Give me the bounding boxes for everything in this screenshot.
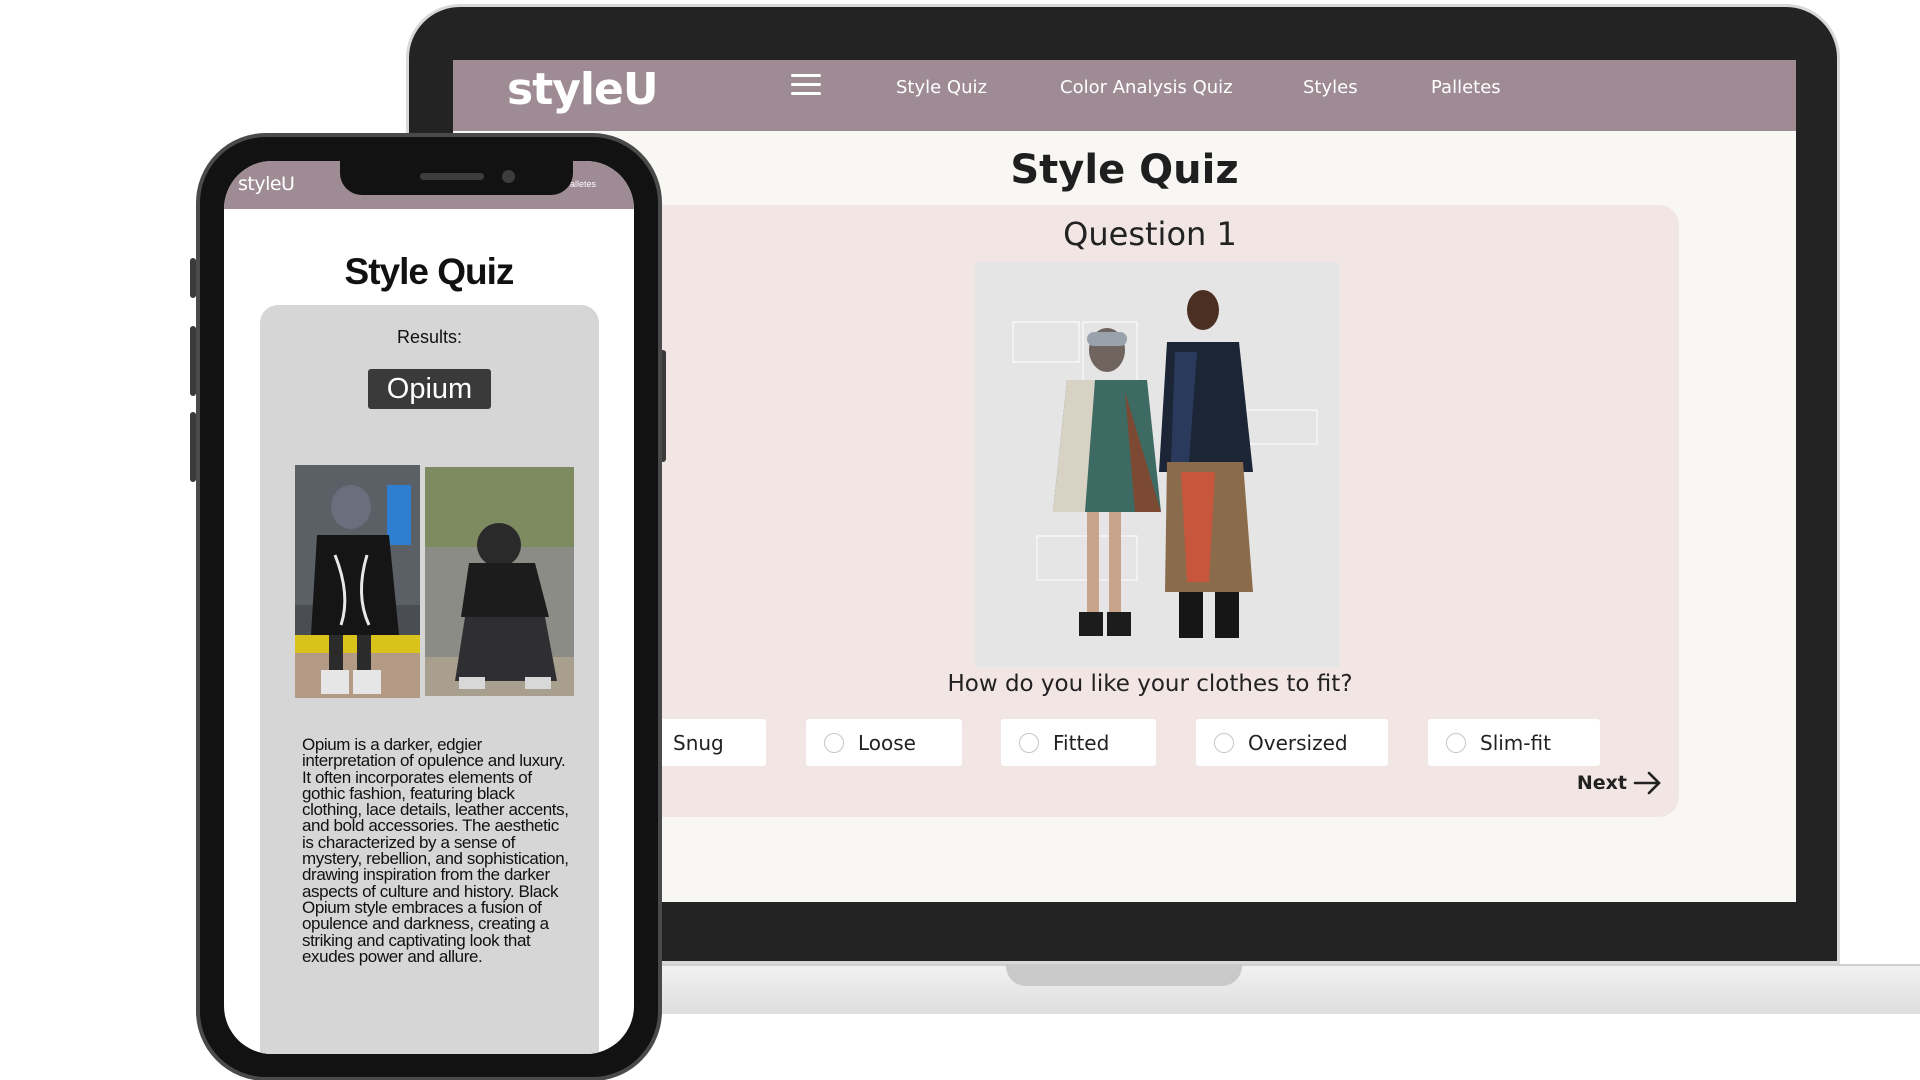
next-label: Next — [1576, 772, 1627, 794]
radio-fitted[interactable] — [1019, 732, 1039, 753]
phone-logo[interactable]: styleU — [238, 173, 295, 195]
result-description: Opium is a darker, edgier interpretation… — [302, 735, 569, 966]
hamburger-menu-icon[interactable] — [791, 74, 821, 96]
result-style-badge: Opium — [368, 369, 491, 409]
question-image — [975, 262, 1339, 667]
desktop-navbar: styleU Style Quiz Color Analysis Quiz St… — [453, 60, 1796, 131]
radio-loose[interactable] — [824, 732, 844, 753]
phone-notch — [340, 161, 573, 195]
option-label: Fitted — [1053, 730, 1110, 755]
phone-camera — [502, 170, 515, 183]
option-label: Oversized — [1248, 730, 1348, 755]
phone-screen: styleU Palletes Style Quiz Results: Opiu… — [224, 161, 634, 1054]
desktop-logo[interactable]: styleU — [507, 64, 659, 115]
results-card: Results: Opium Opium is a darker, edgier… — [260, 305, 599, 1054]
question-text: How do you like your clothes to fit? — [947, 671, 1353, 697]
laptop-trackpad-notch — [1006, 964, 1242, 986]
next-arrow-icon — [1633, 771, 1661, 795]
nav-link-palletes[interactable]: Palletes — [1431, 77, 1501, 98]
question-heading: Question 1 — [1063, 215, 1237, 253]
nav-link-color-analysis-quiz[interactable]: Color Analysis Quiz — [1060, 77, 1233, 98]
radio-oversized[interactable] — [1214, 732, 1234, 753]
option-slim-fit[interactable]: Slim-fit — [1428, 719, 1600, 766]
option-label: Slim-fit — [1480, 730, 1551, 755]
option-oversized[interactable]: Oversized — [1196, 719, 1388, 766]
nav-link-styles[interactable]: Styles — [1303, 77, 1358, 98]
radio-slim-fit[interactable] — [1446, 732, 1466, 753]
phone-frame: styleU Palletes Style Quiz Results: Opiu… — [196, 133, 662, 1080]
next-button[interactable]: Next — [1577, 769, 1663, 797]
phone-page-title: Style Quiz — [344, 251, 515, 292]
phone-speaker — [420, 173, 484, 180]
result-image-1 — [295, 465, 420, 698]
option-label: Loose — [858, 730, 916, 755]
nav-link-style-quiz[interactable]: Style Quiz — [896, 77, 987, 98]
question-card: Question 1 How do you like your clothes … — [621, 205, 1679, 817]
option-label: Snug — [673, 730, 724, 755]
option-loose[interactable]: Loose — [806, 719, 962, 766]
option-fitted[interactable]: Fitted — [1001, 719, 1156, 766]
result-image-2 — [425, 467, 574, 696]
results-label: Results: — [396, 327, 463, 347]
